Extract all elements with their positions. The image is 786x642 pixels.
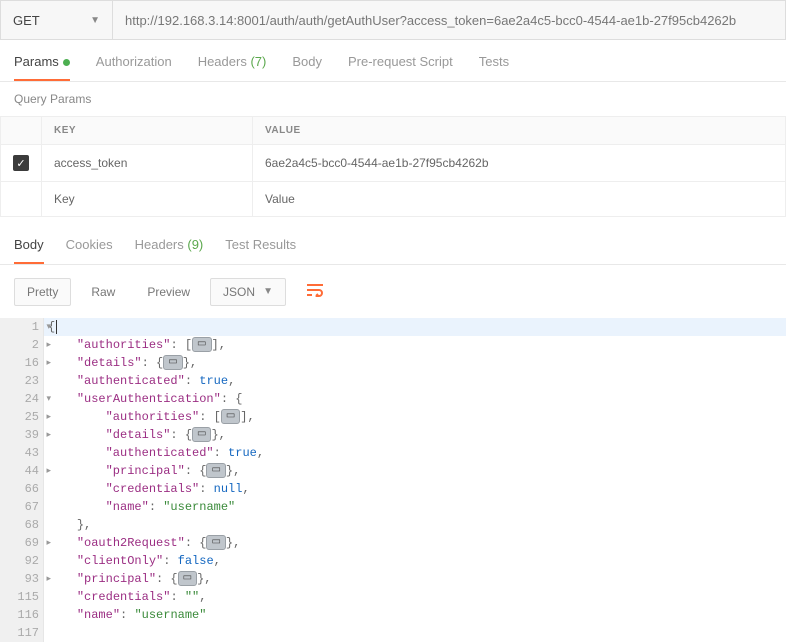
- code-line: 92 "clientOnly": false,: [0, 552, 786, 570]
- request-tabs: Params Authorization Headers (7) Body Pr…: [0, 40, 786, 82]
- tab-params[interactable]: Params: [14, 54, 70, 81]
- query-params-table: KEY VALUE ✓ access_token 6ae2a4c5-bcc0-4…: [0, 116, 786, 217]
- tab-prerequest[interactable]: Pre-request Script: [348, 54, 453, 81]
- pretty-button[interactable]: Pretty: [14, 278, 71, 306]
- code-line: 25▸ "authorities": [▭],: [0, 408, 786, 426]
- code-line: 1▾{: [0, 318, 786, 336]
- preview-button[interactable]: Preview: [135, 279, 202, 305]
- code-line: 116 "name": "username": [0, 606, 786, 624]
- col-value: VALUE: [253, 117, 786, 145]
- params-modified-dot-icon: [63, 59, 70, 66]
- response-tabs: Body Cookies Headers (9) Test Results: [0, 223, 786, 265]
- table-row-new: KeyValue: [1, 182, 786, 217]
- tab-params-label: Params: [14, 54, 59, 69]
- raw-button[interactable]: Raw: [79, 279, 127, 305]
- param-key-placeholder[interactable]: Key: [42, 182, 253, 217]
- code-line: 16▸ "details": {▭},: [0, 354, 786, 372]
- code-line: 2▸ "authorities": [▭],: [0, 336, 786, 354]
- tab-authorization[interactable]: Authorization: [96, 54, 172, 81]
- code-line: 66 "credentials": null,: [0, 480, 786, 498]
- response-body-editor[interactable]: 1▾{2▸ "authorities": [▭],16▸ "details": …: [0, 318, 786, 642]
- format-select[interactable]: JSON ▼: [210, 278, 286, 306]
- param-value-placeholder[interactable]: Value: [253, 182, 786, 217]
- col-check: [1, 117, 42, 145]
- tab-test-results[interactable]: Test Results: [225, 237, 296, 264]
- code-line: 24▾ "userAuthentication": {: [0, 390, 786, 408]
- tab-headers[interactable]: Headers (7): [198, 54, 267, 81]
- resp-headers-count: (9): [187, 237, 203, 252]
- chevron-down-icon: ▼: [90, 15, 100, 26]
- table-row: ✓ access_token 6ae2a4c5-bcc0-4544-ae1b-2…: [1, 145, 786, 182]
- tab-response-headers[interactable]: Headers (9): [135, 237, 204, 264]
- tab-tests[interactable]: Tests: [479, 54, 509, 81]
- format-label: JSON: [223, 285, 255, 299]
- code-line: 67 "name": "username": [0, 498, 786, 516]
- param-value-cell[interactable]: 6ae2a4c5-bcc0-4544-ae1b-27f95cb4262b: [253, 145, 786, 182]
- resp-headers-label: Headers: [135, 237, 184, 252]
- code-line: 68 },: [0, 516, 786, 534]
- code-line: 44▸ "principal": {▭},: [0, 462, 786, 480]
- chevron-down-icon: ▼: [263, 286, 273, 297]
- param-key-cell[interactable]: access_token: [42, 145, 253, 182]
- tab-response-body[interactable]: Body: [14, 237, 44, 264]
- http-method-label: GET: [13, 13, 40, 28]
- code-line: 117: [0, 624, 786, 642]
- wrap-icon: [306, 283, 324, 297]
- tab-body[interactable]: Body: [292, 54, 322, 81]
- tab-headers-label: Headers: [198, 54, 247, 69]
- code-line: 115 "credentials": "",: [0, 588, 786, 606]
- wrap-lines-button[interactable]: [294, 277, 336, 306]
- code-line: 69▸ "oauth2Request": {▭},: [0, 534, 786, 552]
- http-method-select[interactable]: GET ▼: [1, 1, 113, 39]
- code-line: 23 "authenticated": true,: [0, 372, 786, 390]
- code-line: 43 "authenticated": true,: [0, 444, 786, 462]
- code-line: 39▸ "details": {▭},: [0, 426, 786, 444]
- request-bar: GET ▼: [0, 0, 786, 40]
- checkbox[interactable]: ✓: [13, 155, 29, 171]
- response-toolbar: Pretty Raw Preview JSON ▼: [0, 265, 786, 318]
- tab-response-cookies[interactable]: Cookies: [66, 237, 113, 264]
- query-params-title: Query Params: [0, 82, 786, 116]
- code-line: 93▸ "principal": {▭},: [0, 570, 786, 588]
- headers-count: (7): [250, 54, 266, 69]
- col-key: KEY: [42, 117, 253, 145]
- url-input[interactable]: [113, 1, 785, 39]
